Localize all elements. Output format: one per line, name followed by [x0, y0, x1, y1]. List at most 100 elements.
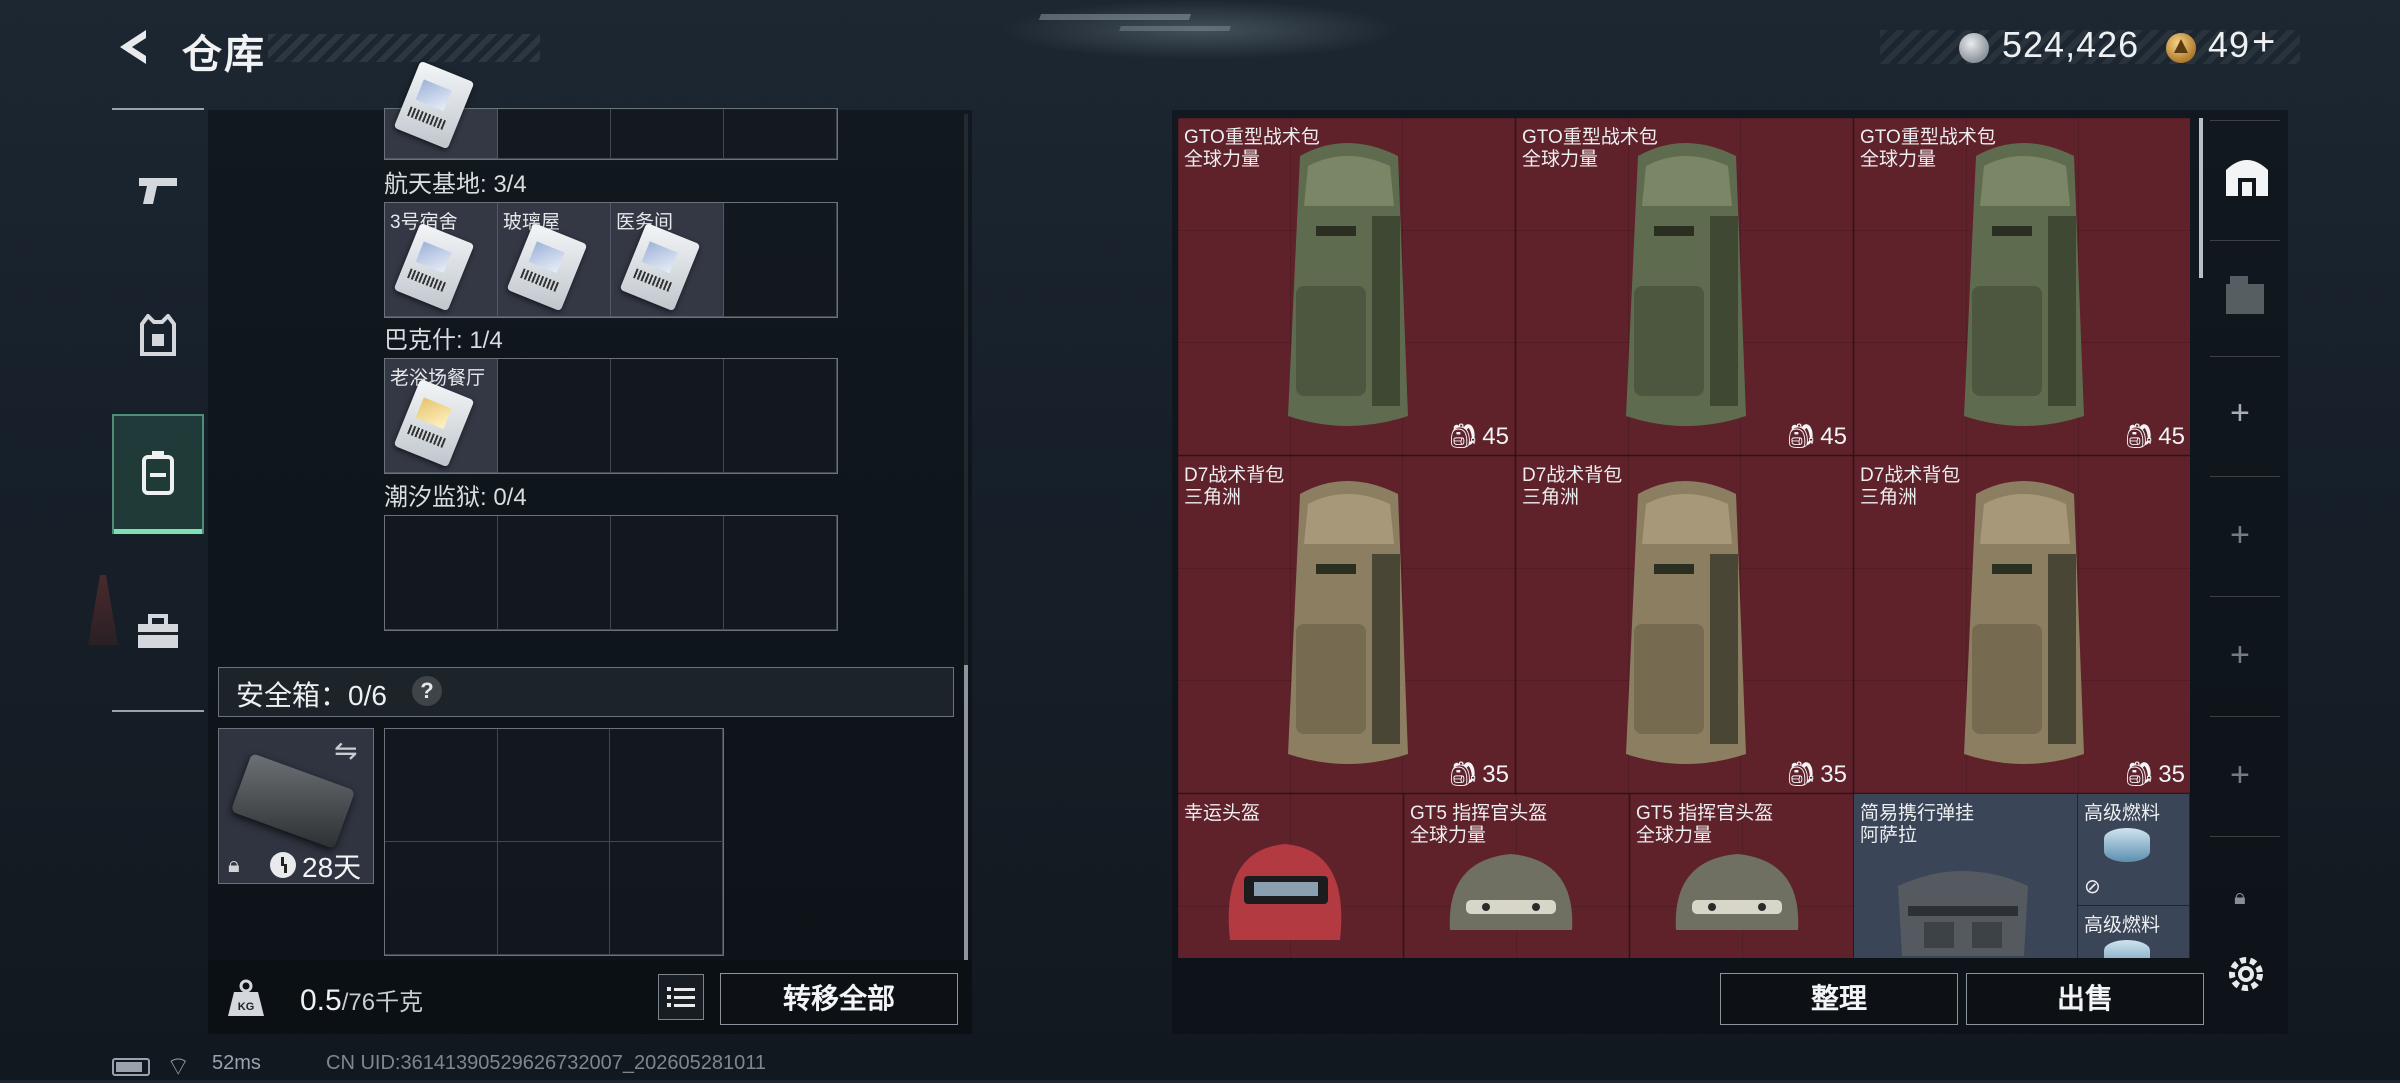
add-tab-button[interactable]: +: [2230, 394, 2250, 433]
keycard-slot[interactable]: [611, 516, 724, 630]
sort-button[interactable]: 整理: [1720, 973, 1958, 1025]
safe-days: 28天: [302, 852, 362, 883]
nav-weapon[interactable]: [112, 130, 204, 250]
stash-tab-icon[interactable]: [2222, 150, 2272, 200]
keycard-grid-partial: [384, 60, 838, 160]
list-icon: [667, 987, 695, 1007]
list-view-button[interactable]: [658, 974, 704, 1020]
backpack-capacity-icon: 🎒︎: [1785, 761, 1817, 788]
capacity: 🎒︎ 45: [2124, 422, 2185, 451]
keycard-slot[interactable]: [724, 203, 837, 317]
grid-cell[interactable]: [611, 109, 724, 159]
keycard-slot[interactable]: [724, 516, 837, 630]
group-label: 潮汐监狱: 0/4: [384, 484, 527, 511]
settings-gear-icon[interactable]: [2224, 952, 2268, 996]
currency-gold: 49: [2208, 24, 2251, 65]
keycard-slot[interactable]: 玻璃屋: [498, 203, 611, 317]
help-button[interactable]: ?: [412, 676, 442, 706]
keycard-grid: 老浴场餐厅: [384, 358, 838, 474]
capacity-value: 45: [1820, 422, 1847, 450]
sidebar-divider: [2210, 476, 2280, 477]
keycard-slot[interactable]: [385, 516, 498, 630]
backpack-capacity-icon: 🎒︎: [1447, 761, 1479, 788]
add-tab-button[interactable]: +: [2230, 636, 2250, 675]
item-helmet[interactable]: GT5 指挥官头盔 全球力量: [1630, 794, 1854, 958]
item-faction: 三角洲: [1522, 487, 1580, 508]
swap-icon[interactable]: ⇋: [334, 734, 357, 767]
container-tab-icon[interactable]: [2222, 270, 2272, 320]
wifi-icon: ⌔: [166, 1051, 191, 1081]
item-helmet[interactable]: 幸运头盔: [1178, 794, 1404, 958]
capacity-value: 35: [2158, 760, 2185, 788]
keycard-slot[interactable]: [498, 516, 611, 630]
keycard-slot[interactable]: 医务间: [611, 203, 724, 317]
svg-text:KG: KG: [238, 1001, 255, 1013]
item-fuel[interactable]: 高级燃料: [2078, 906, 2190, 958]
safe-slot[interactable]: [497, 729, 611, 842]
weight-icon: KG: [228, 979, 264, 1016]
safe-box-grid: [384, 728, 724, 956]
keycard-slot[interactable]: 3号宿舍: [385, 203, 498, 317]
add-currency-button[interactable]: +: [2252, 20, 2275, 65]
safe-slot[interactable]: [610, 842, 723, 955]
item-helmet[interactable]: GT5 指挥官头盔 全球力量: [1404, 794, 1630, 958]
nav-backpack[interactable]: [112, 414, 204, 534]
safe-slot[interactable]: [385, 729, 498, 842]
stash-grid: GTO重型战术包 全球力量 🎒︎ 45 GTO重型战术包 全球力量 🎒︎ 45 GT…: [1178, 118, 2190, 958]
backpack-image: [1288, 481, 1408, 764]
background-light: [1038, 14, 1192, 20]
keycard-icon: [619, 222, 701, 312]
fuel-can-image: [2104, 828, 2150, 862]
grid-cell[interactable]: [498, 109, 611, 159]
capacity: 🎒︎ 35: [2124, 760, 2185, 789]
backpack-image: [1626, 143, 1746, 426]
capacity: 🎒︎ 35: [1448, 760, 1509, 789]
item-backpack[interactable]: D7战术背包 三角洲 🎒︎ 35: [1178, 456, 1516, 794]
keycard-slot[interactable]: 老浴场餐厅: [385, 359, 498, 473]
keycard-slot[interactable]: [611, 359, 724, 473]
item-backpack[interactable]: GTO重型战术包 全球力量 🎒︎ 45: [1516, 118, 1854, 456]
add-tab-button[interactable]: +: [2230, 756, 2250, 795]
back-icon[interactable]: [112, 26, 154, 68]
sell-button[interactable]: 出售: [1966, 973, 2204, 1025]
toolbox-icon: [138, 614, 178, 648]
sidebar-divider: [2210, 836, 2280, 837]
item-backpack[interactable]: D7战术背包 三角洲 🎒︎ 35: [1516, 456, 1854, 794]
red-helmet-image: [1228, 844, 1342, 940]
stash-scrollbar[interactable]: [2199, 118, 2203, 278]
item-backpack[interactable]: GTO重型战术包 全球力量 🎒︎ 45: [1178, 118, 1516, 456]
chest-rig-image: [1898, 871, 2028, 956]
sidebar-divider: [2210, 356, 2280, 357]
group-label: 巴克什: 1/4: [384, 327, 503, 354]
safe-slot[interactable]: [610, 729, 723, 842]
item-chest-rig[interactable]: 简易携行弹挂 阿萨拉: [1854, 794, 2078, 958]
grid-cell[interactable]: [385, 60, 498, 159]
safe-slot[interactable]: [497, 842, 611, 955]
keycard-slot[interactable]: [724, 359, 837, 473]
sidebar-divider: [2210, 716, 2280, 717]
nav-toolbox[interactable]: [112, 572, 204, 692]
left-scrollbar[interactable]: [964, 665, 968, 960]
weight-current: 0.5: [300, 984, 342, 1017]
safe-slot[interactable]: [385, 842, 498, 955]
transfer-all-button[interactable]: 转移全部: [720, 973, 958, 1025]
item-backpack[interactable]: GTO重型战术包 全球力量 🎒︎ 45: [1854, 118, 2190, 456]
keycard-icon: [393, 222, 475, 312]
safe-box-label: 安全箱：0/6: [236, 680, 387, 711]
item-name: 高级燃料: [2084, 915, 2161, 936]
add-tab-button[interactable]: +: [2230, 516, 2250, 555]
capacity-value: 35: [1820, 760, 1847, 788]
keycard-slot[interactable]: [498, 359, 611, 473]
lock-icon: 🔒︎: [2234, 884, 2246, 909]
capacity-value: 45: [1482, 422, 1509, 450]
item-backpack[interactable]: D7战术背包 三角洲 🎒︎ 35: [1854, 456, 2190, 794]
battery-icon: [112, 1058, 150, 1076]
vest-icon: [140, 314, 176, 356]
item-faction: 全球力量: [1860, 149, 1937, 170]
item-fuel[interactable]: 高级燃料 ⊘: [2078, 794, 2190, 906]
grid-cell[interactable]: [724, 109, 837, 159]
item-faction: 全球力量: [1184, 149, 1261, 170]
nav-armor[interactable]: [112, 276, 204, 396]
backpack-image: [1626, 481, 1746, 764]
backpack-capacity-icon: 🎒︎: [2123, 761, 2155, 788]
